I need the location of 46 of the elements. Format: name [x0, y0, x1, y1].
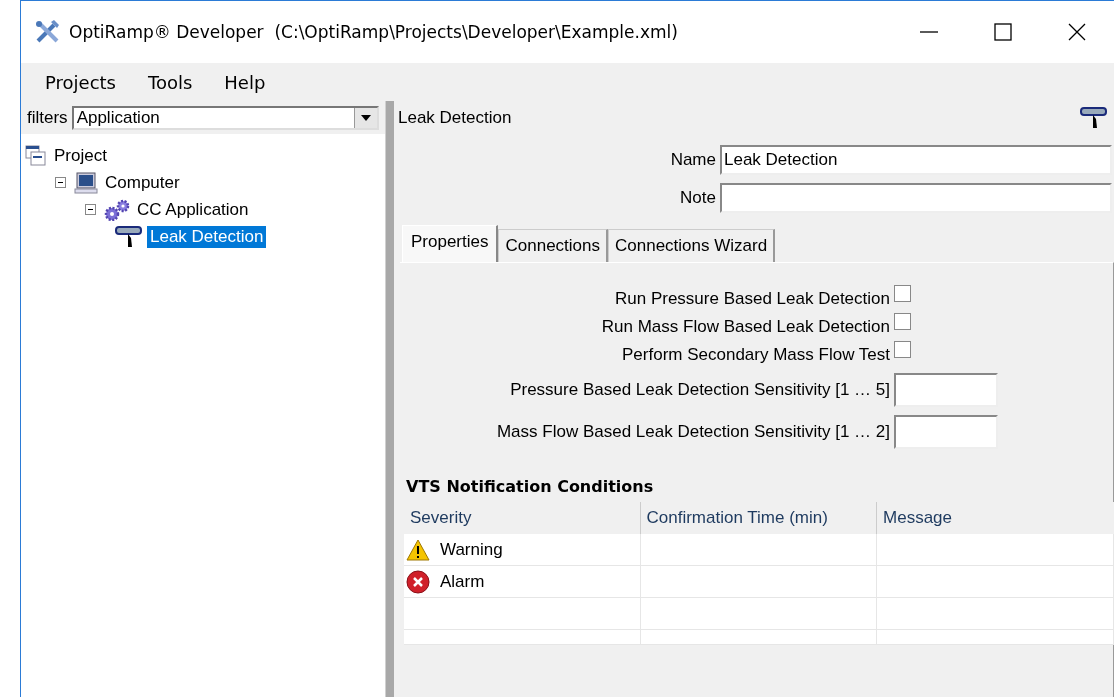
- filter-label: filters: [27, 108, 68, 128]
- tree-item[interactable]: CC Application: [134, 198, 252, 221]
- column-header[interactable]: Message: [876, 502, 1114, 534]
- property-label: Mass Flow Based Leak Detection Sensitivity [1 … 2]: [495, 422, 891, 442]
- tree-item[interactable]: Computer: [102, 171, 183, 194]
- number-field[interactable]: [894, 415, 998, 449]
- warning-icon: [406, 538, 430, 561]
- collapse-icon[interactable]: [85, 204, 96, 215]
- panel-title: Leak Detection: [398, 108, 512, 128]
- tab[interactable]: Properties: [402, 225, 499, 262]
- property-label: Perform Secondary Mass Flow Test: [621, 345, 891, 365]
- menu-item[interactable]: Help: [224, 71, 266, 93]
- tree-item[interactable]: Project: [51, 144, 110, 167]
- checkbox[interactable]: [894, 285, 911, 302]
- menu-item[interactable]: Tools: [147, 71, 193, 93]
- tools-icon: [35, 20, 61, 44]
- text-field[interactable]: Leak Detection: [720, 145, 1112, 175]
- roller-icon: [115, 224, 143, 249]
- checkbox[interactable]: [894, 341, 911, 358]
- property-label: Run Mass Flow Based Leak Detection: [600, 317, 891, 337]
- window-title: OptiRamp® Developer (C:\OptiRamp\Projects\Developer\Example.xml): [69, 22, 678, 42]
- filter-dropdown[interactable]: Application: [71, 106, 379, 130]
- number-field[interactable]: [894, 373, 998, 407]
- gears-icon: [104, 198, 130, 221]
- field-label: Name: [669, 150, 716, 170]
- windows-icon: [25, 144, 47, 167]
- property-label: Pressure Based Leak Detection Sensitivity [1 … 5]: [509, 380, 891, 400]
- column-header[interactable]: Severity: [404, 502, 640, 534]
- table-cell: Warning: [440, 539, 503, 560]
- section-title: VTS Notification Conditions: [406, 477, 655, 496]
- table-cell: Alarm: [440, 571, 485, 592]
- collapse-icon[interactable]: [55, 177, 66, 188]
- roller-icon: [1080, 106, 1108, 130]
- dropdown-arrow-icon[interactable]: [361, 115, 371, 121]
- computer-icon: [74, 171, 98, 194]
- tree-item[interactable]: Leak Detection: [147, 225, 267, 248]
- maximize-icon[interactable]: [994, 23, 1012, 41]
- tab[interactable]: Connections: [498, 229, 608, 262]
- text-field[interactable]: [720, 183, 1112, 213]
- tab[interactable]: Connections Wizard: [608, 229, 776, 262]
- menu-item[interactable]: Projects: [45, 71, 116, 93]
- column-header[interactable]: Confirmation Time (min): [640, 502, 877, 534]
- checkbox[interactable]: [894, 313, 911, 330]
- field-label: Note: [679, 188, 716, 208]
- close-icon[interactable]: [1068, 23, 1086, 41]
- property-label: Run Pressure Based Leak Detection: [614, 289, 891, 309]
